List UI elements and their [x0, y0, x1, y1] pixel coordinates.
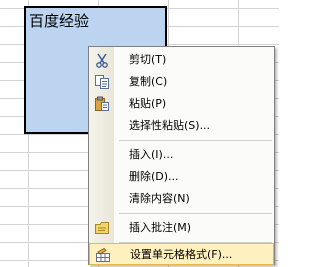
- copy-icon: [94, 74, 110, 90]
- menu-item-clear-contents[interactable]: 清除内容(N): [89, 188, 274, 210]
- menu-item-label: 设置单元格格式(F)...: [130, 248, 233, 261]
- menu-item-label: 剪切(T): [129, 53, 167, 66]
- menu-item-label: 删除(D)...: [129, 170, 179, 183]
- menu-item-format-cells[interactable]: 设置单元格格式(F)...: [89, 243, 274, 265]
- cell-value: 百度经验: [29, 12, 90, 30]
- format-cells-icon: [95, 247, 111, 263]
- menu-item-label: 插入(I)...: [129, 148, 174, 161]
- context-menu: 剪切(T) 复制(C) 粘贴(P) 选择性粘贴(S)... 插入(I)... 删…: [88, 46, 275, 265]
- menu-item-label: 插入批注(M): [129, 221, 192, 234]
- scissors-icon: [94, 52, 110, 68]
- menu-item-copy[interactable]: 复制(C): [89, 71, 274, 93]
- menu-separator: [119, 213, 272, 214]
- menu-item-label: 粘贴(P): [129, 97, 167, 110]
- menu-item-label: 复制(C): [129, 75, 168, 88]
- menu-item-label: 清除内容(N): [129, 192, 190, 205]
- menu-item-paste-special[interactable]: 选择性粘贴(S)...: [89, 115, 274, 137]
- menu-separator: [119, 140, 272, 141]
- menu-item-cut[interactable]: 剪切(T): [89, 49, 274, 71]
- paste-icon: [94, 96, 110, 112]
- comment-icon: [94, 220, 110, 236]
- menu-item-insert[interactable]: 插入(I)...: [89, 144, 274, 166]
- menu-item-label: 选择性粘贴(S)...: [129, 119, 211, 132]
- menu-item-insert-comment[interactable]: 插入批注(M): [89, 217, 274, 239]
- menu-item-paste[interactable]: 粘贴(P): [89, 93, 274, 115]
- menu-item-delete[interactable]: 删除(D)...: [89, 166, 274, 188]
